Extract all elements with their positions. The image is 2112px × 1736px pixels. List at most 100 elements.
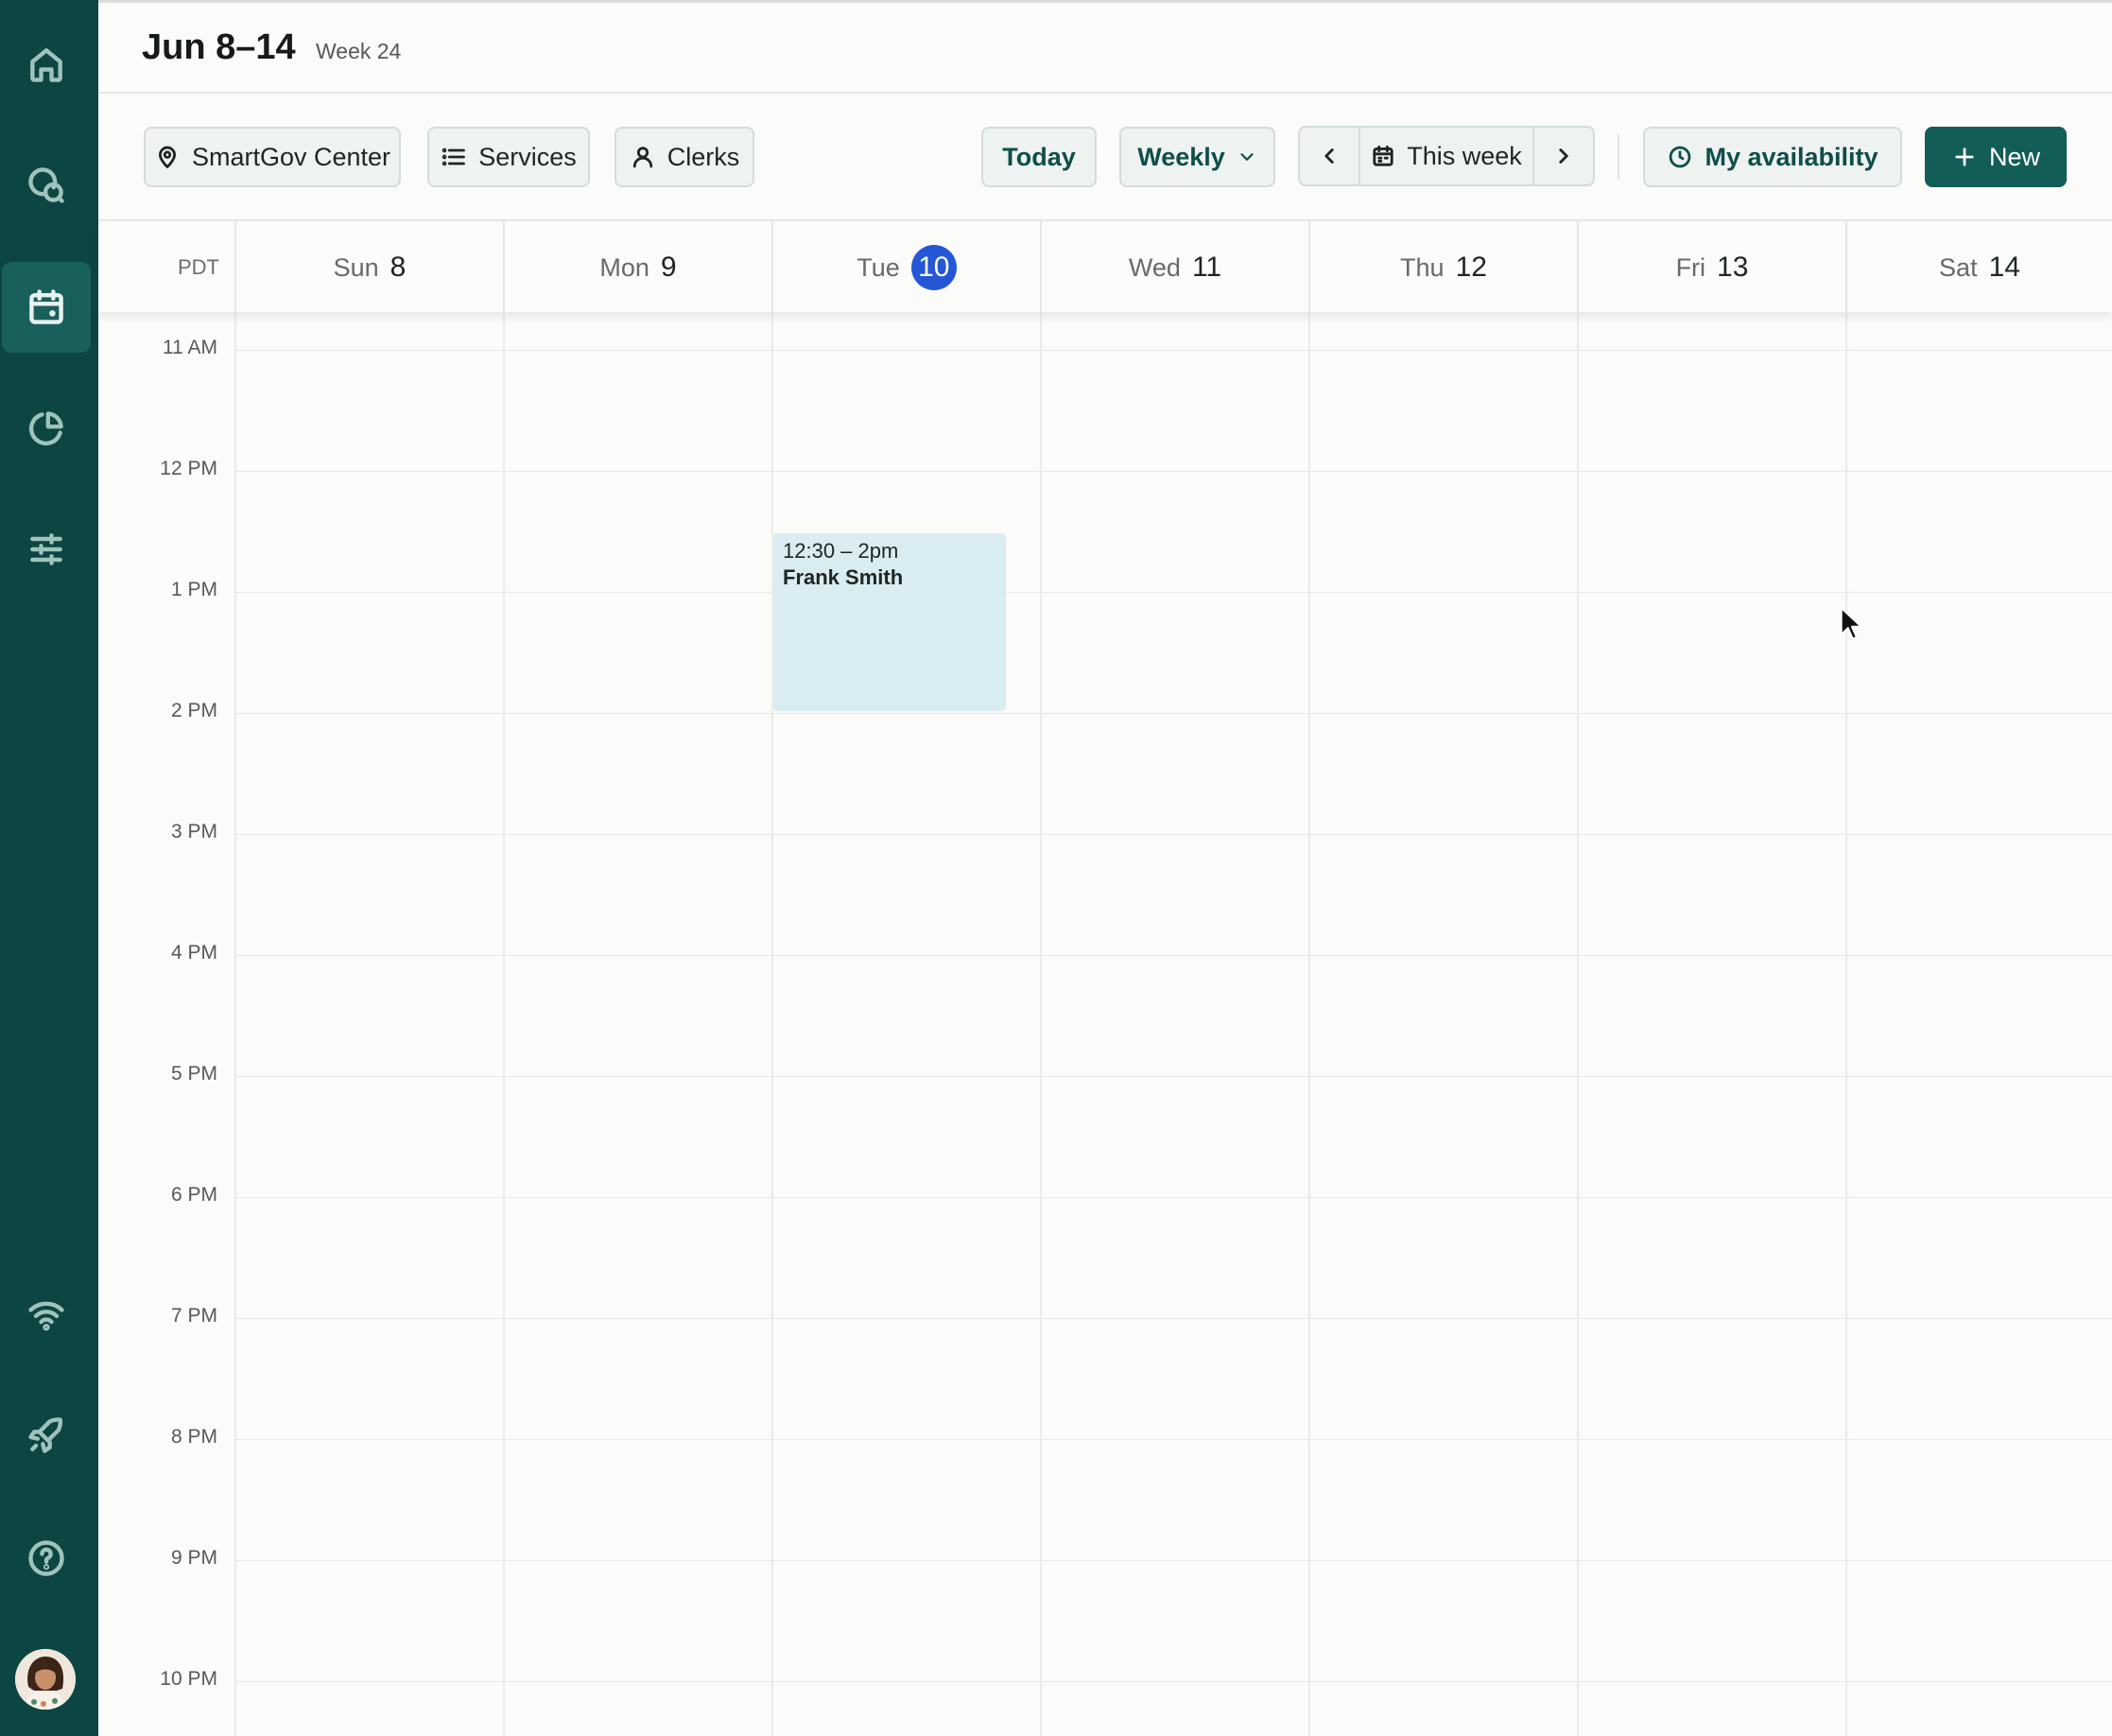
- hour-label: 8 PM: [170, 1426, 217, 1448]
- hour-gridline: [234, 1560, 2112, 1561]
- hour-gridline: [234, 834, 2112, 835]
- day-number: 11: [1191, 252, 1222, 283]
- next-week-button[interactable]: [1534, 128, 1593, 184]
- sidebar-item-messages[interactable]: [2, 140, 91, 231]
- sidebar: [0, 0, 98, 1736]
- location-filter-button[interactable]: SmartGov Center: [144, 127, 401, 187]
- hour-gridline: [234, 713, 2112, 714]
- hour-label: 9 PM: [170, 1547, 217, 1569]
- home-icon: [30, 48, 62, 82]
- day-header-tue[interactable]: Tue 10: [771, 221, 1040, 314]
- clerks-filter-label: Clerks: [666, 142, 740, 171]
- event-time: 12:30 – 2pm: [783, 539, 899, 563]
- day-column-divider: [1845, 312, 1847, 1736]
- current-period-button[interactable]: This week: [1359, 128, 1534, 184]
- location-filter-label: SmartGov Center: [191, 142, 391, 171]
- new-appointment-button[interactable]: New: [1925, 127, 2067, 187]
- day-header-sat[interactable]: Sat 14: [1845, 221, 2112, 314]
- sidebar-item-help[interactable]: [2, 1513, 91, 1604]
- hour-label: 7 PM: [170, 1305, 217, 1327]
- hour-label: 2 PM: [170, 700, 217, 721]
- hour-gridline: [234, 1681, 2112, 1682]
- chevron-down-icon: [1240, 153, 1254, 161]
- day-column-divider: [1308, 312, 1310, 1736]
- calendar-icon: [1373, 145, 1394, 166]
- today-button[interactable]: Today: [981, 127, 1097, 187]
- day-number: 13: [1717, 252, 1749, 283]
- week-day-header: PDT Sun 8 Mon 9 Tue 10 Wed 11 Thu 12 Fri…: [98, 219, 2112, 314]
- hour-gridline: [234, 350, 2112, 351]
- hour-gridline: [234, 592, 2112, 593]
- day-of-week: Fri: [1675, 252, 1706, 282]
- chevron-right-icon: [1559, 148, 1568, 164]
- mouse-cursor-icon: [1840, 606, 1863, 640]
- hour-label: 4 PM: [170, 942, 217, 963]
- sliders-icon: [30, 533, 62, 565]
- day-column-divider: [1040, 312, 1042, 1736]
- day-header-thu[interactable]: Thu 12: [1308, 221, 1577, 314]
- hour-gridline: [234, 1439, 2112, 1440]
- user-avatar-icon: [15, 1649, 76, 1710]
- hour-gridline: [234, 1318, 2112, 1319]
- view-select-label: Weekly: [1137, 142, 1225, 171]
- calendar-icon: [29, 289, 63, 324]
- day-of-week: Sun: [333, 252, 379, 282]
- page-title: Jun 8–14: [142, 27, 296, 67]
- hour-gridline: [234, 471, 2112, 472]
- sidebar-item-home[interactable]: [2, 19, 91, 110]
- chevron-left-icon: [1324, 148, 1334, 164]
- day-header-sun[interactable]: Sun 8: [234, 221, 503, 314]
- day-column-divider: [503, 312, 505, 1736]
- sidebar-item-connection[interactable]: [2, 1269, 91, 1360]
- timezone-label: PDT: [178, 255, 219, 279]
- my-availability-label: My availability: [1705, 142, 1878, 171]
- plus-icon: [1955, 148, 1974, 166]
- sidebar-item-calendar[interactable]: [2, 262, 91, 353]
- day-header-mon[interactable]: Mon 9: [503, 221, 771, 314]
- wifi-icon: [28, 1301, 64, 1331]
- map-pin-icon: [158, 146, 176, 168]
- clock-icon: [1670, 146, 1691, 168]
- sidebar-item-launch[interactable]: [2, 1390, 91, 1481]
- day-header-fri[interactable]: Fri 13: [1577, 221, 1845, 314]
- today-button-label: Today: [1002, 142, 1076, 171]
- hour-gridline: [234, 955, 2112, 956]
- rocket-icon: [28, 1417, 63, 1453]
- hour-gridline: [234, 1076, 2112, 1077]
- hour-label: 1 PM: [170, 579, 217, 600]
- my-availability-button[interactable]: My availability: [1643, 127, 1902, 187]
- new-appointment-label: New: [1988, 142, 2040, 171]
- day-column-divider: [234, 312, 236, 1736]
- user-icon: [632, 147, 652, 168]
- page-header: Jun 8–14 Week 24: [98, 3, 2112, 94]
- avatar[interactable]: [15, 1649, 76, 1710]
- day-column-divider: [771, 312, 773, 1736]
- day-number: 8: [390, 252, 407, 283]
- week-time-grid[interactable]: 11 AM 12 PM 1 PM 2 PM 3 PM 4 PM 5 PM 6 P…: [98, 312, 2112, 1736]
- hour-label: 10 PM: [160, 1668, 217, 1690]
- week-navigator: This week: [1298, 126, 1595, 186]
- toolbar-divider: [1618, 134, 1619, 180]
- pie-chart-icon: [28, 411, 63, 446]
- day-of-week: Sat: [1939, 252, 1978, 282]
- view-select-dropdown[interactable]: Weekly: [1119, 127, 1275, 187]
- help-icon: [28, 1540, 64, 1576]
- current-period-label: This week: [1407, 141, 1522, 170]
- hour-label: 6 PM: [170, 1184, 217, 1206]
- today-badge: 10: [910, 245, 957, 290]
- hour-label: 5 PM: [170, 1063, 217, 1085]
- services-filter-button[interactable]: Services: [427, 127, 590, 187]
- list-icon: [441, 148, 466, 166]
- week-number-label: Week 24: [316, 39, 402, 63]
- appointment-event[interactable]: 12:30 – 2pm Frank Smith: [773, 533, 1006, 711]
- sidebar-item-settings[interactable]: [2, 504, 91, 595]
- hour-label: 3 PM: [170, 821, 217, 842]
- previous-week-button[interactable]: [1300, 128, 1359, 184]
- day-number: 12: [1455, 252, 1487, 283]
- hour-label: 12 PM: [160, 458, 217, 479]
- sidebar-item-reports[interactable]: [2, 383, 91, 474]
- clerks-filter-button[interactable]: Clerks: [615, 127, 754, 187]
- day-header-wed[interactable]: Wed 11: [1040, 221, 1308, 314]
- event-title: Frank Smith: [783, 565, 904, 589]
- chat-icon: [28, 167, 64, 203]
